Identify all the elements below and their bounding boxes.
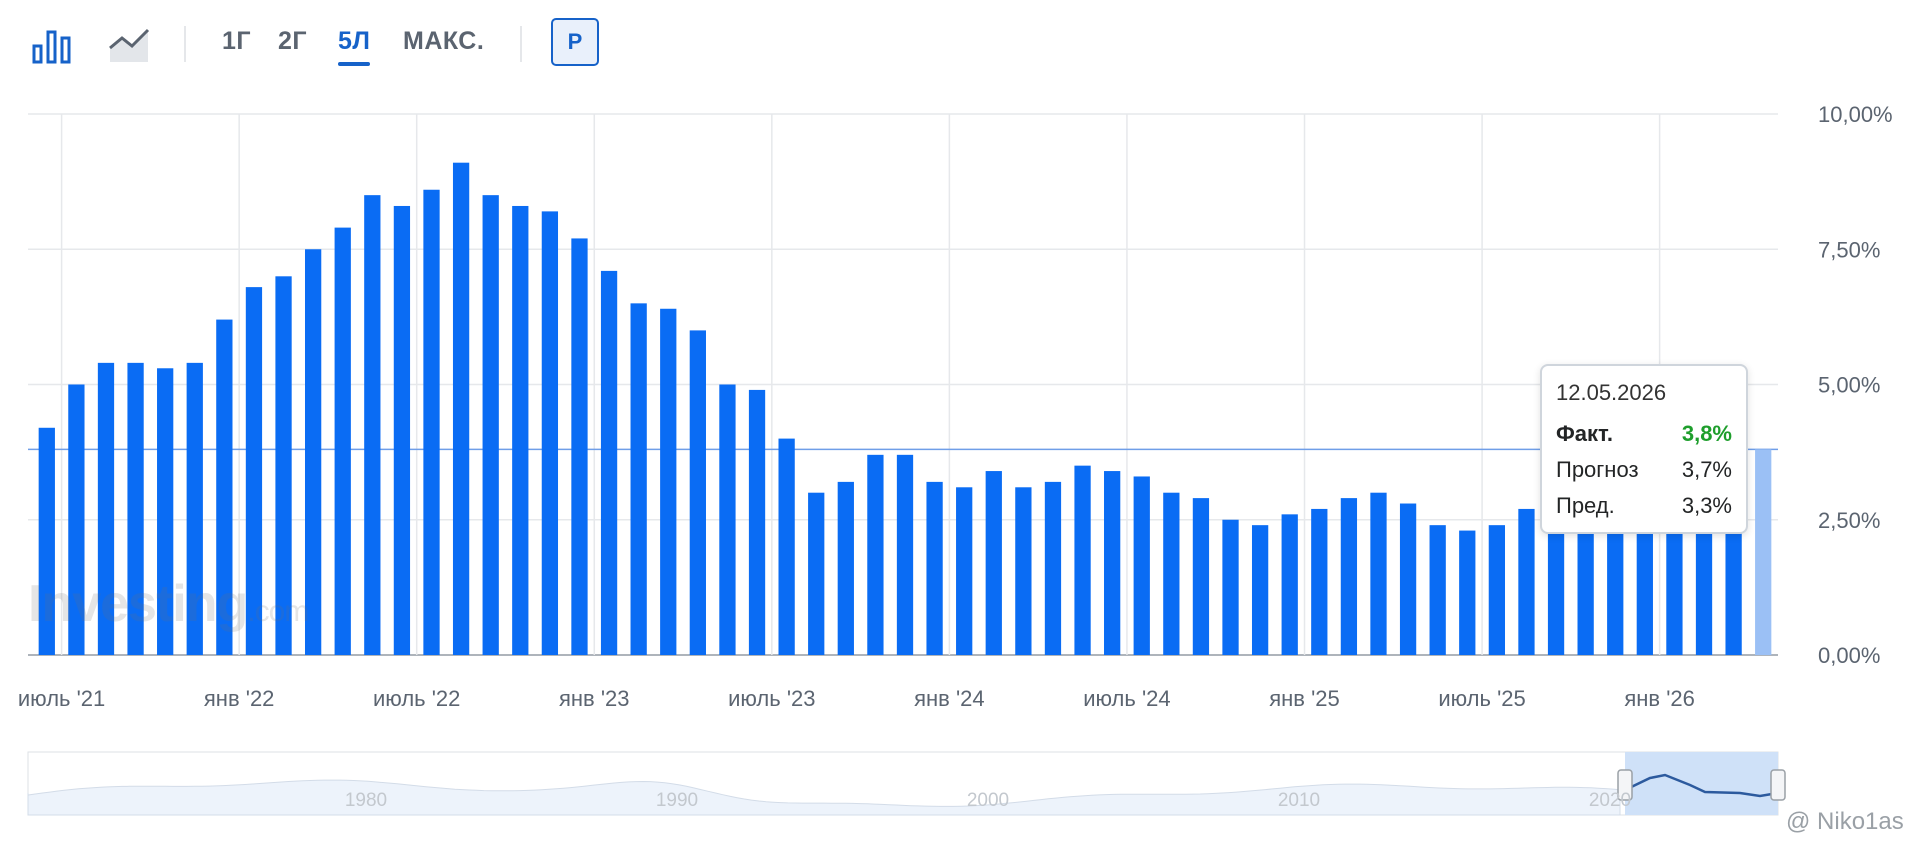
bar[interactable] [808, 492, 825, 655]
x-tick-label: янв '24 [914, 686, 985, 711]
bar[interactable] [778, 438, 795, 655]
bar[interactable] [1222, 519, 1239, 655]
bar[interactable] [1104, 471, 1121, 655]
range-navigator: 1980 1990 2000 2010 2020 [27, 751, 1786, 816]
tooltip-forecast-label: Прогноз [1556, 457, 1639, 482]
bar[interactable] [1311, 508, 1328, 655]
bar[interactable] [1370, 492, 1387, 655]
navigator-year-label: 1980 [345, 790, 387, 811]
bar[interactable] [926, 481, 943, 655]
tooltip-actual-label: Факт. [1556, 421, 1613, 446]
x-tick-label: июль '25 [1438, 686, 1525, 711]
x-tick-label: янв '22 [204, 686, 275, 711]
data-tooltip: 12.05.2026 Факт. 3,8% Прогноз 3,7% Пред.… [1540, 364, 1748, 534]
bar[interactable] [334, 227, 351, 656]
bar[interactable] [748, 389, 766, 655]
y-tick-label: 10,00% [1818, 102, 1893, 127]
bar[interactable] [867, 454, 884, 655]
navigator-year-label: 1990 [656, 790, 698, 811]
bar[interactable] [1340, 498, 1358, 655]
tooltip-date: 12.05.2026 [1556, 380, 1667, 405]
bar[interactable] [956, 487, 973, 655]
bar[interactable] [1044, 481, 1062, 655]
x-tick-label: янв '23 [559, 686, 630, 711]
tooltip-previous-value: 3,3% [1681, 493, 1732, 518]
bar[interactable] [541, 211, 559, 655]
watermark-logo: Investing.com [28, 575, 309, 633]
bar[interactable] [1755, 449, 1772, 655]
y-tick-label: 5,00% [1818, 373, 1880, 398]
bar[interactable] [1251, 525, 1269, 655]
x-axis-ticks: июль '21 янв '22 июль '22 янв '23 июль '23 ян… [18, 686, 1695, 711]
tooltip-forecast-value: 3,7% [1681, 457, 1732, 482]
bar[interactable] [985, 471, 1002, 655]
bar[interactable] [512, 205, 529, 655]
bar[interactable] [1074, 465, 1091, 655]
bar[interactable] [630, 303, 647, 655]
navigator-handle[interactable] [1770, 769, 1786, 801]
bar[interactable] [1459, 530, 1476, 655]
bar[interactable] [1281, 514, 1298, 655]
bar[interactable] [837, 481, 854, 655]
tooltip-actual-row: Факт. 3,8% [1556, 416, 1732, 452]
navigator-selection[interactable] [1625, 752, 1778, 815]
x-tick-label: июль '21 [18, 686, 105, 711]
tooltip-actual-value: 3,8% [1681, 421, 1732, 446]
x-tick-label: июль '24 [1083, 686, 1170, 711]
bar[interactable] [452, 162, 470, 655]
navigator-year-label: 2010 [1278, 790, 1320, 811]
y-tick-label: 2,50% [1818, 508, 1880, 533]
x-tick-label: янв '26 [1624, 686, 1695, 711]
bar[interactable] [660, 308, 677, 655]
bar[interactable] [571, 238, 588, 655]
x-tick-label: июль '22 [373, 686, 460, 711]
bar[interactable] [600, 270, 618, 655]
tooltip-previous-label: Пред. [1556, 493, 1615, 518]
bar[interactable] [689, 330, 706, 655]
bar[interactable] [1399, 503, 1417, 655]
navigator-year-label: 2000 [967, 790, 1009, 811]
bar[interactable] [1133, 476, 1150, 655]
bar[interactable] [1015, 487, 1032, 655]
bar[interactable] [1488, 525, 1506, 655]
navigator-year-label: 2020 [1589, 790, 1631, 811]
bar[interactable] [896, 454, 914, 655]
y-axis-ticks: 0,00% 2,50% 5,00% 7,50% 10,00% [1818, 102, 1893, 668]
x-tick-label: янв '25 [1269, 686, 1340, 711]
x-tick-label: июль '23 [728, 686, 815, 711]
tooltip-forecast-row: Прогноз 3,7% [1556, 452, 1732, 488]
author-credit: @ Niko1as [1786, 808, 1904, 835]
bar[interactable] [1163, 492, 1180, 655]
tooltip-previous-row: Пред. 3,3% [1556, 488, 1732, 524]
bar[interactable] [719, 384, 736, 656]
bar[interactable] [1518, 508, 1535, 655]
y-tick-label: 0,00% [1818, 643, 1880, 668]
bar[interactable] [393, 205, 411, 655]
bar[interactable] [1429, 525, 1446, 655]
bar[interactable] [482, 195, 499, 655]
bar[interactable] [364, 195, 381, 655]
bar[interactable] [1192, 498, 1210, 655]
y-tick-label: 7,50% [1818, 237, 1880, 262]
bar[interactable] [423, 189, 440, 656]
